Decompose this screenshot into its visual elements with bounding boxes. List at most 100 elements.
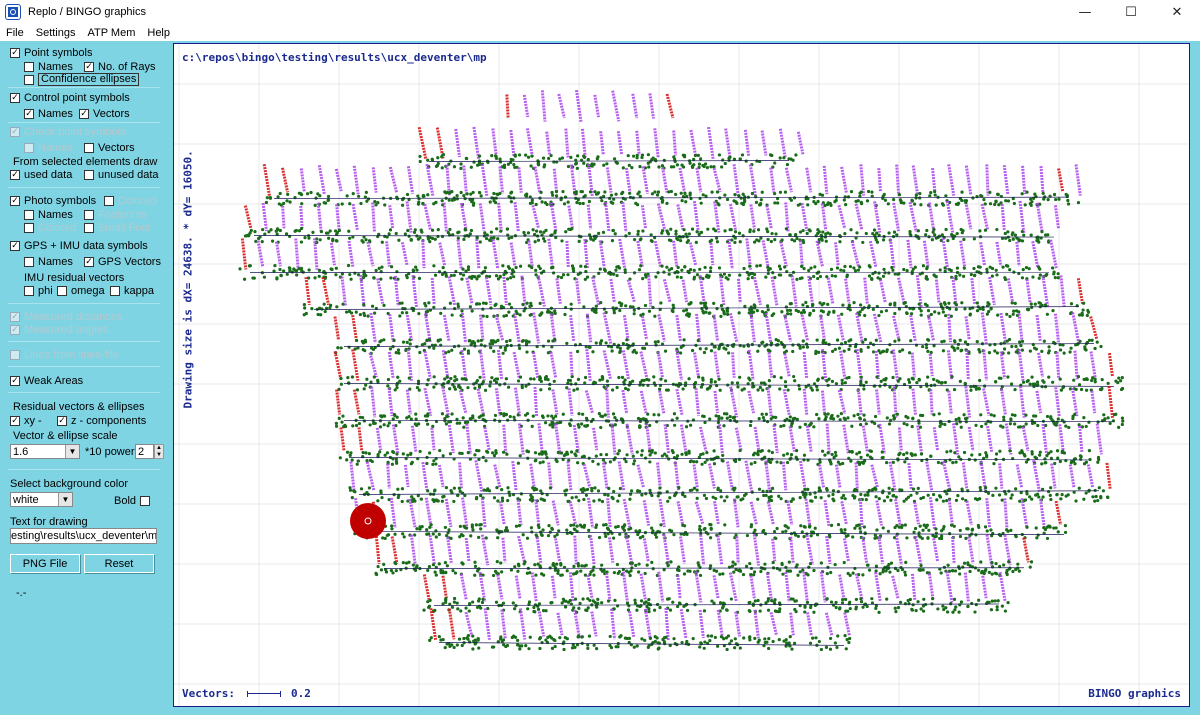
xy-option[interactable]: ✓ xy - [10, 414, 42, 427]
tie-point [507, 310, 511, 314]
gps-vectors-option[interactable]: ✓ GPS Vectors [84, 255, 161, 268]
no-of-rays-option[interactable]: ✓ No. of Rays [84, 60, 155, 73]
gps-vectors-checkbox[interactable]: ✓ [84, 256, 94, 267]
tie-point [387, 232, 391, 236]
kappa-option[interactable]: kappa [110, 284, 154, 297]
reset-button[interactable]: Reset [84, 554, 154, 573]
menu-atp-mem[interactable]: ATP Mem [81, 27, 141, 39]
tie-point [407, 414, 411, 419]
control-point-symbols-checkbox[interactable]: ✓ [10, 92, 20, 103]
chevron-down-icon[interactable]: ▼ [65, 445, 79, 458]
tie-point [358, 312, 363, 317]
tie-point [859, 348, 863, 352]
phi-option[interactable]: phi [24, 284, 53, 297]
cp-names-option[interactable]: ✓ Names [24, 107, 73, 120]
gps-imu-option[interactable]: ✓ GPS + IMU data symbols [10, 239, 148, 252]
tie-point [461, 416, 465, 420]
tie-point [604, 453, 609, 457]
spin-down-icon[interactable]: ▼ [156, 452, 162, 458]
tie-point [699, 452, 703, 457]
used-data-option[interactable]: ✓ used data [10, 168, 72, 181]
tie-point [310, 307, 314, 311]
kappa-checkbox[interactable] [110, 285, 120, 296]
unused-data-option[interactable]: unused data [84, 168, 159, 181]
menu-file[interactable]: File [0, 27, 30, 39]
names-option[interactable]: Names [24, 60, 73, 73]
photo-names-option[interactable]: Names [24, 208, 73, 221]
maximize-icon[interactable]: ☐ [1108, 0, 1154, 24]
tie-point [651, 305, 655, 310]
xy-checkbox[interactable]: ✓ [10, 415, 20, 426]
power-text: *10 power [85, 445, 135, 458]
photo-column [474, 460, 484, 492]
tie-point [395, 381, 400, 385]
text-for-drawing-input[interactable]: esting\results\ucx_deventer\mp [10, 528, 157, 544]
window-controls: — ☐ ✕ [1062, 0, 1200, 24]
gps-names-checkbox[interactable] [24, 256, 34, 267]
phi-checkbox[interactable] [24, 285, 34, 296]
names-checkbox[interactable] [24, 61, 34, 72]
menu-bar: File Settings ATP Mem Help [0, 24, 1200, 41]
bold-checkbox[interactable] [140, 495, 151, 506]
tie-point [1066, 493, 1070, 497]
spin-up-icon[interactable]: ▲ [156, 445, 162, 451]
confidence-ellipses-option[interactable]: Confidence ellipses [24, 73, 140, 86]
gps-names-option[interactable]: Names [24, 255, 73, 268]
photo-column [555, 278, 562, 304]
tie-point [755, 452, 759, 456]
close-icon[interactable]: ✕ [1154, 0, 1200, 24]
z-components-checkbox[interactable]: ✓ [57, 415, 67, 426]
used-data-checkbox[interactable]: ✓ [10, 169, 20, 180]
chevron-down-icon[interactable]: ▼ [58, 493, 72, 506]
scale-select[interactable]: 1.6 ▼ [10, 444, 80, 459]
cp-vectors-label: Vectors [93, 107, 130, 120]
chk-vectors-option[interactable]: Vectors [84, 141, 135, 154]
photo-symbols-option[interactable]: ✓ Photo symbols [10, 194, 96, 207]
photo-symbols-checkbox[interactable]: ✓ [10, 195, 20, 206]
tie-point [685, 608, 690, 613]
tie-point [788, 415, 792, 419]
menu-help[interactable]: Help [141, 27, 176, 39]
control-point-symbols-option[interactable]: ✓ Control point symbols [10, 91, 130, 104]
tie-point [962, 561, 967, 565]
tie-point [704, 347, 708, 351]
photo-names-checkbox[interactable] [24, 209, 34, 220]
omega-option[interactable]: omega [57, 284, 105, 297]
weak-areas-checkbox[interactable]: ✓ [10, 375, 20, 386]
cp-vectors-option[interactable]: ✓ Vectors [79, 107, 130, 120]
tie-point [441, 495, 445, 499]
z-components-option[interactable]: ✓ z - components [57, 414, 146, 427]
tie-point [978, 265, 982, 269]
point-symbols-option[interactable]: ✓ Point symbols [10, 46, 92, 59]
photo-column [1041, 423, 1048, 455]
minimize-icon[interactable]: — [1062, 0, 1108, 24]
photo-column [679, 536, 686, 564]
gps-imu-checkbox[interactable]: ✓ [10, 240, 20, 251]
tie-point [405, 276, 409, 280]
weak-areas-option[interactable]: ✓ Weak Areas [10, 374, 83, 387]
tie-point [460, 377, 464, 381]
tie-point [857, 523, 861, 527]
cp-vectors-checkbox[interactable]: ✓ [79, 108, 89, 119]
confidence-ellipses-checkbox[interactable] [24, 74, 34, 85]
tie-point [357, 194, 361, 198]
png-file-button[interactable]: PNG File [10, 554, 80, 573]
cp-names-checkbox[interactable]: ✓ [24, 108, 34, 119]
background-select[interactable]: white ▼ [10, 492, 73, 507]
menu-settings[interactable]: Settings [30, 27, 82, 39]
unused-data-checkbox[interactable] [84, 169, 94, 180]
no-of-rays-checkbox[interactable]: ✓ [84, 61, 94, 72]
bold-option[interactable]: Bold [114, 494, 154, 507]
tie-point [926, 536, 930, 540]
omega-checkbox[interactable] [57, 285, 67, 296]
tie-point [760, 309, 765, 314]
tie-point [470, 523, 474, 527]
point-symbols-checkbox[interactable]: ✓ [10, 47, 20, 58]
power-spinner[interactable]: ▲ ▼ [154, 444, 164, 459]
tie-point [573, 597, 578, 601]
drawing-canvas[interactable]: c:\repos\bingo\testing\results\ucx_deven… [173, 43, 1190, 707]
power-input[interactable]: 2 [135, 444, 154, 459]
chk-vectors-checkbox[interactable] [84, 142, 94, 153]
tie-point [893, 311, 897, 316]
tie-point [509, 157, 513, 162]
